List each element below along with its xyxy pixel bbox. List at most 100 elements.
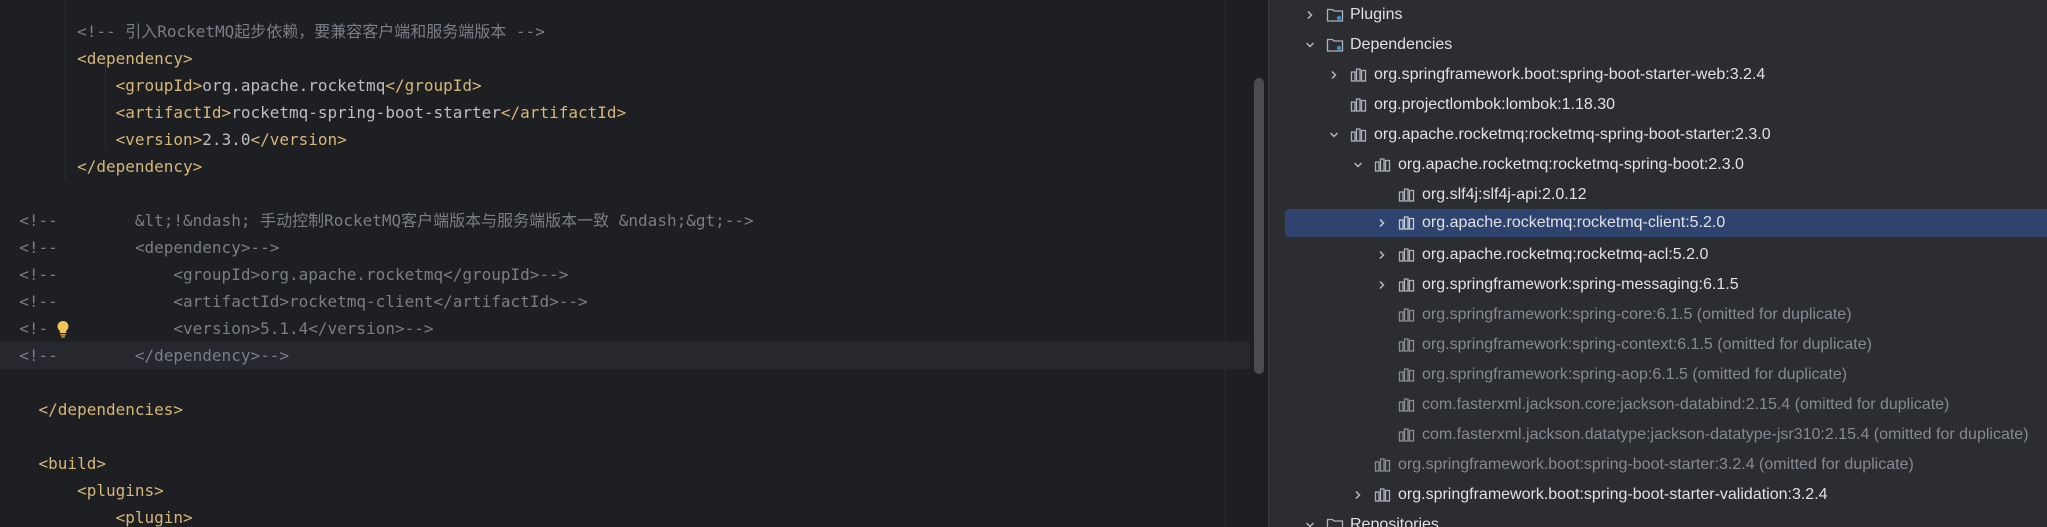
chevron-right-icon[interactable] xyxy=(1374,247,1390,263)
code-line[interactable] xyxy=(0,180,1250,207)
xml-tag: <groupId> xyxy=(115,76,203,95)
tree-item-label: org.springframework.boot:spring-boot-sta… xyxy=(1398,486,1828,503)
editor-scrollbar-thumb[interactable] xyxy=(1254,78,1264,374)
code-line[interactable] xyxy=(0,369,1250,396)
code-line[interactable]: <groupId>org.apache.rocketmq</groupId> xyxy=(0,72,1250,99)
lightbulb-icon[interactable] xyxy=(55,315,71,342)
line-comment-marker: <!- xyxy=(19,319,49,338)
tree-item-label: org.apache.rocketmq:rocketmq-client:5.2.… xyxy=(1422,214,1726,231)
tree-item-dependency[interactable]: org.springframework.boot:spring-boot-sta… xyxy=(1269,480,2047,510)
xml-tag: </dependencies> xyxy=(38,400,184,419)
library-icon xyxy=(1398,306,1416,324)
xml-text: 2.3.0 xyxy=(202,130,251,149)
library-icon xyxy=(1350,126,1368,144)
tree-item-label: org.springframework:spring-context:6.1.5… xyxy=(1422,336,1872,353)
code-comment: </dependency>--> xyxy=(134,346,289,365)
tree-item-label: org.springframework.boot:spring-boot-sta… xyxy=(1398,456,1914,473)
tree-item-label: org.springframework:spring-aop:6.1.5 (om… xyxy=(1422,366,1848,383)
code-line[interactable] xyxy=(0,423,1250,450)
library-icon xyxy=(1398,426,1416,444)
tree-item-label: org.springframework:spring-core:6.1.5 (o… xyxy=(1422,306,1852,323)
library-icon xyxy=(1374,156,1392,174)
line-comment-marker: <!-- xyxy=(19,265,58,284)
dependency-tree: Plugins Dependencies org.springframework… xyxy=(1269,0,2047,527)
tree-item-label: org.springframework:spring-messaging:6.1… xyxy=(1422,276,1739,293)
tree-item-dependency[interactable]: org.projectlombok:lombok:1.18.30 xyxy=(1269,90,2047,120)
library-icon xyxy=(1374,456,1392,474)
tree-item-dependency-omitted[interactable]: org.springframework:spring-aop:6.1.5 (om… xyxy=(1269,360,2047,390)
code-line[interactable]: <plugins> xyxy=(0,477,1250,504)
tree-item-label: org.apache.rocketmq:rocketmq-acl:5.2.0 xyxy=(1422,246,1709,263)
library-icon xyxy=(1398,396,1416,414)
chevron-right-icon[interactable] xyxy=(1374,277,1390,293)
xml-tag: <artifactId> xyxy=(115,103,232,122)
code-line[interactable]: <!- <version>5.1.4</version>--> xyxy=(0,315,1250,342)
code-line[interactable]: <!-- <artifactId>rocketmq-client</artifa… xyxy=(0,288,1250,315)
code-line[interactable]: <!-- 引入RocketMQ起步依赖，要兼容客户端和服务端版本 --> xyxy=(0,18,1250,45)
tree-item-dependency-selected[interactable]: org.apache.rocketmq:rocketmq-client:5.2.… xyxy=(1285,209,2047,237)
xml-tag: <plugins> xyxy=(77,481,164,500)
xml-text: org.apache.rocketmq xyxy=(202,76,386,95)
chevron-right-icon[interactable] xyxy=(1326,67,1342,83)
tree-item-label: Dependencies xyxy=(1350,36,1453,53)
tree-item-dependency[interactable]: org.springframework.boot:spring-boot-sta… xyxy=(1269,60,2047,90)
tree-item-label: org.apache.rocketmq:rocketmq-spring-boot… xyxy=(1398,156,1744,173)
tree-item-dependency[interactable]: org.apache.rocketmq:rocketmq-spring-boot… xyxy=(1269,150,2047,180)
chevron-down-icon[interactable] xyxy=(1302,517,1318,527)
tree-item-label: org.slf4j:slf4j-api:2.0.12 xyxy=(1422,186,1587,203)
tree-item-dependency-omitted[interactable]: com.fasterxml.jackson.datatype:jackson-d… xyxy=(1269,420,2047,450)
line-comment-marker: <!-- xyxy=(19,346,58,365)
code-line[interactable]: <build> xyxy=(0,450,1250,477)
tree-item-dependency[interactable]: org.springframework:spring-messaging:6.1… xyxy=(1269,270,2047,300)
tree-item-dependency-omitted[interactable]: com.fasterxml.jackson.core:jackson-datab… xyxy=(1269,390,2047,420)
tree-item-label: com.fasterxml.jackson.core:jackson-datab… xyxy=(1422,396,1950,413)
code-comment: &lt;!&ndash; 手动控制RocketMQ客户端版本与服务端版本一致 &… xyxy=(134,211,754,230)
library-icon xyxy=(1398,214,1416,232)
chevron-right-icon[interactable] xyxy=(1350,487,1366,503)
tree-item-dependency[interactable]: org.slf4j:slf4j-api:2.0.12 xyxy=(1269,180,2047,210)
code-line[interactable]: <plugin> xyxy=(0,504,1250,527)
tree-item-label: Plugins xyxy=(1350,6,1403,23)
code-comment: <!-- 引入RocketMQ起步依赖，要兼容客户端和服务端版本 --> xyxy=(77,22,545,41)
editor-scrollbar[interactable] xyxy=(1250,0,1268,527)
code-line[interactable]: <dependency> xyxy=(0,45,1250,72)
tree-item-dependency[interactable]: org.apache.rocketmq:rocketmq-spring-boot… xyxy=(1269,120,2047,150)
code-line[interactable]: <!-- &lt;!&ndash; 手动控制RocketMQ客户端版本与服务端版… xyxy=(0,207,1250,234)
xml-tag: <plugin> xyxy=(115,508,193,527)
library-icon xyxy=(1398,186,1416,204)
code-line[interactable]: <version>2.3.0</version> xyxy=(0,126,1250,153)
chevron-down-icon[interactable] xyxy=(1302,37,1318,53)
library-icon xyxy=(1398,276,1416,294)
tree-item-label: org.apache.rocketmq:rocketmq-spring-boot… xyxy=(1374,126,1771,143)
chevron-right-icon[interactable] xyxy=(1374,215,1390,231)
chevron-down-icon[interactable] xyxy=(1326,127,1342,143)
code-line[interactable]: <!-- <groupId>org.apache.rocketmq</group… xyxy=(0,261,1250,288)
code-line[interactable]: <!-- <dependency>--> xyxy=(0,234,1250,261)
code-comment: <groupId>org.apache.rocketmq</groupId>--… xyxy=(173,265,569,284)
library-icon xyxy=(1398,336,1416,354)
xml-tag: </dependency> xyxy=(77,157,203,176)
tree-item-dependency-omitted[interactable]: org.springframework:spring-core:6.1.5 (o… xyxy=(1269,300,2047,330)
tree-item-label: org.projectlombok:lombok:1.18.30 xyxy=(1374,96,1616,113)
tree-item-plugins[interactable]: Plugins xyxy=(1269,0,2047,30)
xml-tag: <version> xyxy=(115,130,203,149)
tree-item-dependency-omitted[interactable]: org.springframework:spring-context:6.1.5… xyxy=(1269,330,2047,360)
code-line-current[interactable]: <!-- </dependency>--> xyxy=(0,342,1250,369)
library-icon xyxy=(1398,366,1416,384)
code-editor[interactable]: <!-- 引入RocketMQ起步依赖，要兼容客户端和服务端版本 --> <de… xyxy=(0,0,1268,527)
chevron-right-icon[interactable] xyxy=(1302,7,1318,23)
code-line[interactable]: </dependencies> xyxy=(0,396,1250,423)
xml-tag: </groupId> xyxy=(385,76,482,95)
code-line[interactable]: </dependency> xyxy=(0,153,1250,180)
xml-text: rocketmq-spring-boot-starter xyxy=(231,103,501,122)
chevron-down-icon[interactable] xyxy=(1350,157,1366,173)
tree-item-dependencies[interactable]: Dependencies xyxy=(1269,30,2047,60)
code-line[interactable]: <artifactId>rocketmq-spring-boot-starter… xyxy=(0,99,1250,126)
code-comment: <artifactId>rocketmq-client</artifactId>… xyxy=(173,292,588,311)
folder-icon xyxy=(1326,36,1344,54)
tree-item-dependency[interactable]: org.apache.rocketmq:rocketmq-acl:5.2.0 xyxy=(1269,240,2047,270)
tree-item-repositories[interactable]: Repositories xyxy=(1269,510,2047,527)
tree-item-dependency-omitted[interactable]: org.springframework.boot:spring-boot-sta… xyxy=(1269,450,2047,480)
xml-tag: <dependency> xyxy=(77,49,193,68)
folder-icon xyxy=(1326,6,1344,24)
